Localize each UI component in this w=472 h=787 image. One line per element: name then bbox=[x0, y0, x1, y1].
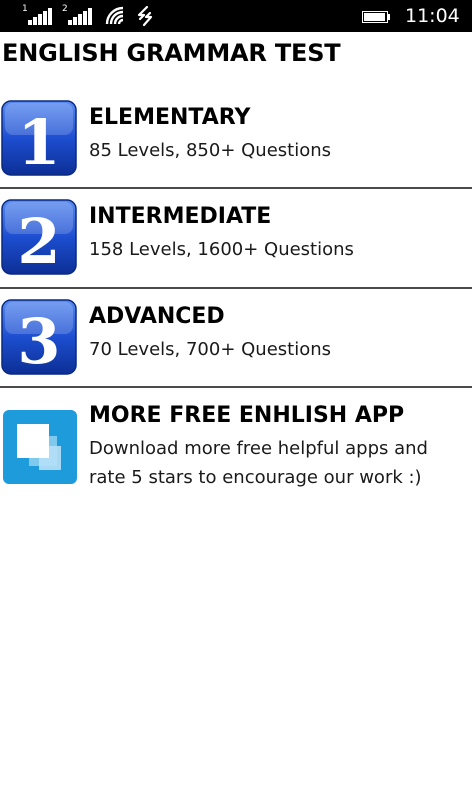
status-bar: 1 2 11:04 bbox=[0, 0, 472, 32]
svg-text:1: 1 bbox=[17, 106, 60, 176]
item-subtitle: 70 Levels, 700+ Questions bbox=[89, 339, 332, 360]
item-subtitle-line-2: rate 5 stars to encourage our work :) bbox=[89, 467, 422, 488]
number-two-badge-icon: 2 bbox=[1, 199, 77, 275]
item-title: MORE FREE ENHLISH APP bbox=[89, 403, 405, 428]
list-item-intermediate[interactable]: 2 INTERMEDIATE 158 Levels, 1600+ Questio… bbox=[0, 197, 472, 285]
signal-icon: 1 bbox=[22, 4, 54, 25]
number-three-badge-icon: 3 bbox=[1, 299, 77, 375]
divider bbox=[0, 187, 472, 189]
number-one-badge-icon: 1 bbox=[1, 100, 77, 176]
divider bbox=[0, 386, 472, 388]
list-item-elementary[interactable]: 1 ELEMENTARY 85 Levels, 850+ Questions bbox=[0, 98, 472, 186]
divider bbox=[0, 287, 472, 289]
sim-label: 1 bbox=[22, 4, 28, 14]
item-title: ADVANCED bbox=[89, 304, 225, 329]
list-item-advanced[interactable]: 3 ADVANCED 70 Levels, 700+ Questions bbox=[0, 297, 472, 385]
item-subtitle-line-1: Download more free helpful apps and bbox=[89, 438, 428, 459]
status-clock: 11:04 bbox=[405, 5, 460, 27]
page-title: ENGLISH GRAMMAR TEST bbox=[2, 39, 341, 67]
item-title: INTERMEDIATE bbox=[89, 204, 272, 229]
svg-text:2: 2 bbox=[17, 205, 60, 275]
item-subtitle: 85 Levels, 850+ Questions bbox=[89, 140, 332, 161]
store-apps-icon bbox=[3, 410, 77, 484]
data-connection-icon bbox=[137, 5, 153, 27]
svg-text:3: 3 bbox=[17, 305, 60, 375]
item-title: ELEMENTARY bbox=[89, 105, 251, 130]
list-item-more-apps[interactable]: MORE FREE ENHLISH APP Download more free… bbox=[0, 398, 472, 498]
sim-label: 2 bbox=[62, 4, 68, 14]
signal-icon: 2 bbox=[62, 4, 94, 25]
item-subtitle: 158 Levels, 1600+ Questions bbox=[89, 239, 354, 260]
wifi-icon bbox=[105, 6, 124, 25]
battery-icon bbox=[362, 11, 390, 23]
